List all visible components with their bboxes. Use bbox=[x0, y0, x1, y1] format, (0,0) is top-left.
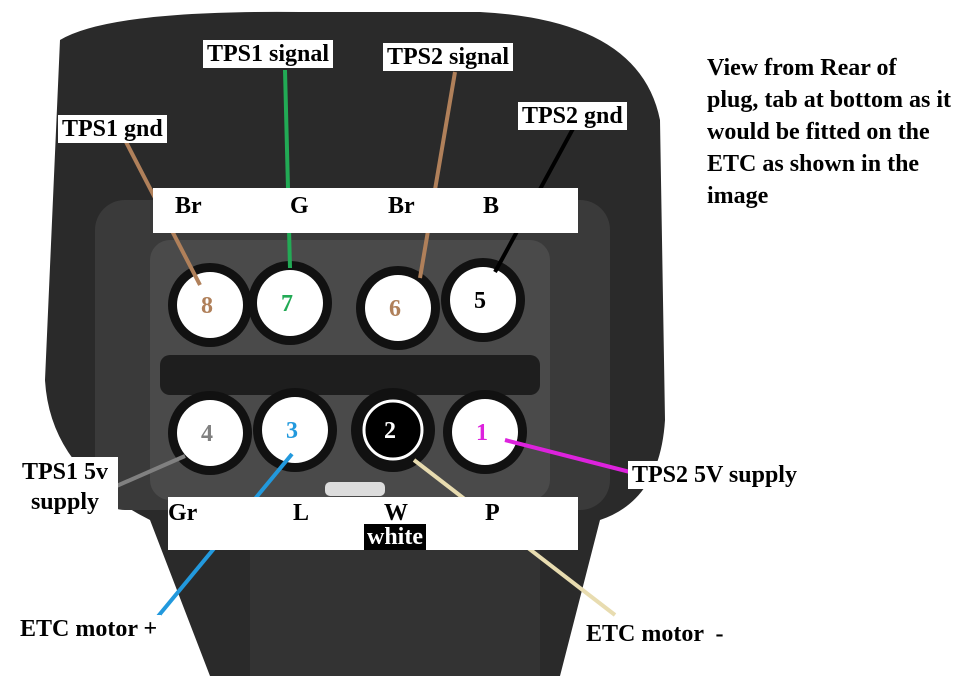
wire-color-pin2: W bbox=[384, 500, 408, 526]
label-tps2-5v-supply: TPS2 5V supply bbox=[628, 461, 801, 489]
wire-color-pin6: Br bbox=[388, 193, 415, 219]
view-note: View from Rear of plug, tab at bottom as… bbox=[707, 55, 952, 209]
pin-number-4: 4 bbox=[201, 421, 213, 447]
white-tag: white bbox=[364, 524, 426, 550]
wire-color-pin8: Br bbox=[175, 193, 202, 219]
top-color-strip bbox=[153, 188, 578, 233]
wire-color-pin3: L bbox=[293, 500, 310, 526]
pin-number-2: 2 bbox=[384, 418, 396, 444]
label-tps1-5v-supply: TPS1 5v supply bbox=[12, 457, 118, 517]
wire-color-pin7: G bbox=[290, 193, 309, 219]
label-tps2-gnd: TPS2 gnd bbox=[518, 102, 627, 130]
pin-number-3: 3 bbox=[286, 418, 298, 444]
tab-highlight bbox=[325, 482, 385, 496]
center-rib bbox=[160, 355, 540, 395]
locking-tab bbox=[250, 540, 540, 676]
label-tps1-gnd: TPS1 gnd bbox=[58, 115, 167, 143]
pin-number-5: 5 bbox=[474, 288, 486, 314]
pin-number-8: 8 bbox=[201, 293, 213, 319]
pin-number-6: 6 bbox=[389, 296, 401, 322]
label-tps1-signal: TPS1 signal bbox=[203, 40, 334, 68]
wire-color-pin1: P bbox=[485, 500, 500, 526]
pin-number-1: 1 bbox=[476, 420, 488, 446]
label-etc-motor-minus: ETC motor - bbox=[582, 620, 728, 648]
label-etc-motor-plus: ETC motor + bbox=[16, 615, 162, 643]
pin-number-7: 7 bbox=[281, 291, 293, 317]
wire-color-pin4: Gr bbox=[168, 500, 198, 526]
label-tps2-signal: TPS2 signal bbox=[383, 43, 514, 71]
wire-color-pin5: B bbox=[483, 193, 500, 219]
connector-pinout-diagram: 8 7 6 5 4 3 2 1 Br G Br B Gr L W P white TPS1 g… bbox=[0, 0, 958, 676]
